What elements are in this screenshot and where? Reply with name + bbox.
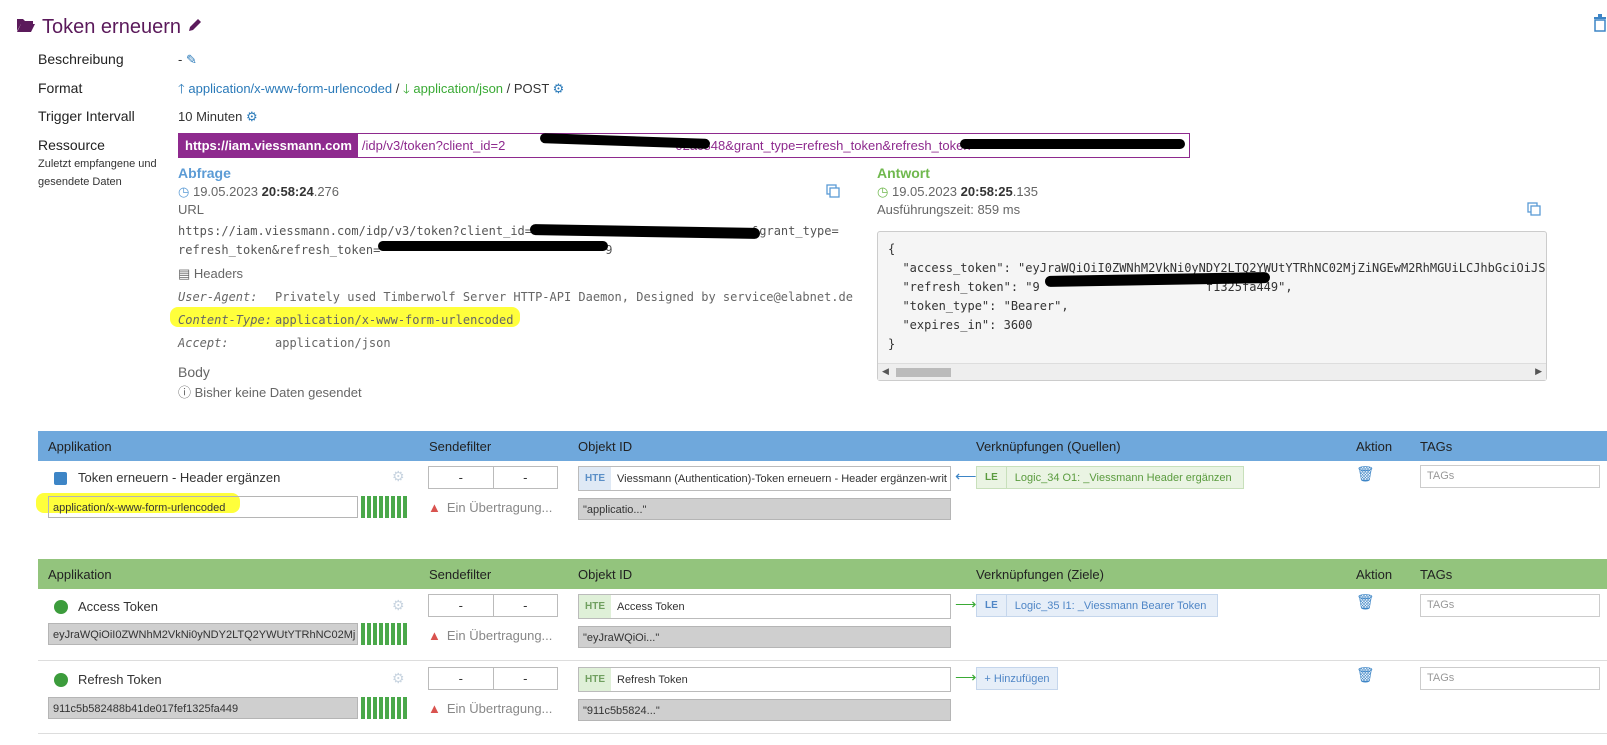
response-json[interactable]: { "access_token": "eyJraWQiOiI0ZWNhM2VkN… <box>877 231 1547 381</box>
object-id-field[interactable]: HTE Refresh Token <box>578 667 951 692</box>
header-row: Content-Type: application/x-www-form-urle… <box>178 313 514 327</box>
ressource-label: Ressource <box>38 137 105 153</box>
table-header: Applikation Sendefilter Objekt ID Verknü… <box>38 559 1607 589</box>
object-value: "911c5b5824..." <box>578 699 951 721</box>
url-label: URL <box>178 202 205 217</box>
file-icon: ▤ <box>178 266 191 281</box>
sendefilter[interactable]: -- <box>428 667 558 690</box>
headers-list: User-Agent: Privately used Timberwolf Ser… <box>178 286 853 355</box>
scroll-left-icon[interactable]: ◀ <box>882 366 889 377</box>
page-title: Token erneuern <box>16 16 203 39</box>
signal-bars <box>361 496 407 518</box>
copy-icon[interactable] <box>826 184 840 201</box>
trash-icon[interactable] <box>1593 14 1607 35</box>
arrow-down-icon: 🡓 <box>403 81 410 96</box>
trash-icon[interactable]: 🗑 <box>1356 666 1375 684</box>
app-name: Token erneuern - Header ergänzen <box>78 470 281 485</box>
app-value: eyJraWQiOiI0ZWNhM2VkNi0yNDY2LTQ2YWUtYTRh… <box>48 623 358 645</box>
object-value: "applicatio..." <box>578 498 951 520</box>
link-target-chip[interactable]: LE Logic_35 I1: _Viessmann Bearer Token <box>976 594 1218 617</box>
format-in-link[interactable]: application/x-www-form-urlencoded <box>188 81 392 96</box>
object-id-field[interactable]: HTE Viessmann (Authentication)-Token erne… <box>578 466 951 491</box>
trash-icon[interactable]: 🗑 <box>1356 465 1375 483</box>
row-divider <box>38 733 1607 734</box>
signal-bars <box>361 623 407 645</box>
arrow-right-icon: ⟶ <box>955 596 977 613</box>
ressource-host: https://iam.viessmann.com <box>179 134 358 157</box>
format-out-link[interactable]: application/json <box>413 81 503 96</box>
transfer-warning: ▲ Ein Übertragung... <box>428 628 553 643</box>
body-title: Body <box>178 364 210 380</box>
scroll-right-icon[interactable]: ▶ <box>1535 366 1542 377</box>
exec-time: Ausführungszeit: 859 ms <box>877 202 1021 217</box>
gear-icon[interactable]: ⚙ <box>392 597 405 614</box>
table-header: Applikation Sendefilter Objekt ID Verknü… <box>38 431 1607 461</box>
redaction <box>378 241 608 251</box>
edit-pencil-icon[interactable]: ✎ <box>186 52 197 67</box>
status-dot <box>54 673 68 687</box>
gear-icon[interactable]: ⚙ <box>392 468 405 485</box>
header-row: User-Agent: Privately used Timberwolf Ser… <box>178 290 853 304</box>
edit-pencil-icon[interactable] <box>187 16 203 39</box>
signal-bars <box>361 697 407 719</box>
format-label: Format <box>38 80 83 96</box>
format-value: 🡑 application/x-www-form-urlencoded / 🡓 … <box>178 81 565 96</box>
object-value: "eyJraWQiOi..." <box>578 626 951 648</box>
tags-input[interactable]: TAGs <box>1420 465 1600 488</box>
trigger-label: Trigger Intervall <box>38 108 135 124</box>
arrow-left-icon: ⟵ <box>955 468 977 485</box>
horizontal-scrollbar[interactable]: ◀ ▶ <box>878 363 1546 380</box>
header-row: Accept: application/json <box>178 336 391 350</box>
status-dot <box>54 600 68 614</box>
app-value: 911c5b582488b41de017fef1325fa449 <box>48 697 358 719</box>
response-timestamp: ◷ 19.05.2023 20:58:25.135 <box>877 184 1039 199</box>
transfer-warning: ▲ Ein Übertragung... <box>428 701 553 716</box>
trash-icon[interactable]: 🗑 <box>1356 593 1375 611</box>
clock-icon: ◷ <box>877 184 889 199</box>
transfer-warning: ▲ Ein Übertragung... <box>428 500 553 515</box>
arrow-up-icon: 🡑 <box>178 81 185 96</box>
link-source-chip[interactable]: LE Logic_34 O1: _Viessmann Header ergänz… <box>976 466 1244 489</box>
add-link-button[interactable]: + Hinzufügen <box>976 667 1058 690</box>
beschreibung-label: Beschreibung <box>38 51 124 67</box>
app-color-square <box>54 472 67 485</box>
folder-open-icon <box>16 16 36 39</box>
warning-icon: ▲ <box>428 628 441 643</box>
arrow-right-icon: ⟶ <box>955 669 977 686</box>
request-timestamp: ◷ 19.05.2023 20:58:24.276 <box>178 184 340 199</box>
app-name: Access Token <box>78 599 158 614</box>
redaction <box>960 139 1185 149</box>
clock-icon: ◷ <box>178 184 190 199</box>
response-title: Antwort <box>877 165 930 181</box>
tags-input[interactable]: TAGs <box>1420 667 1600 690</box>
sendefilter[interactable]: -- <box>428 594 558 617</box>
tags-input[interactable]: TAGs <box>1420 594 1600 617</box>
gear-icon[interactable]: ⚙ <box>246 109 258 124</box>
app-value: application/x-www-form-urlencoded <box>48 496 358 518</box>
trigger-value: 10 Minuten ⚙ <box>178 109 258 124</box>
gear-icon[interactable]: ⚙ <box>392 670 405 687</box>
app-name: Refresh Token <box>78 672 162 687</box>
warning-icon: ▲ <box>428 500 441 515</box>
sendefilter[interactable]: -- <box>428 466 558 489</box>
gear-icon[interactable]: ⚙ <box>553 81 565 96</box>
row-divider <box>38 660 1607 661</box>
object-id-field[interactable]: HTE Access Token <box>578 594 951 619</box>
headers-title: ▤ Headers <box>178 266 244 281</box>
info-icon: ⓘ <box>178 385 192 400</box>
warning-icon: ▲ <box>428 701 441 716</box>
request-title: Abfrage <box>178 165 231 181</box>
beschreibung-value: - ✎ <box>178 52 197 67</box>
ressource-sub: Zuletzt empfangene und gesendete Daten <box>38 158 157 188</box>
scroll-thumb[interactable] <box>896 368 951 377</box>
copy-icon[interactable] <box>1527 202 1541 219</box>
body-value: ⓘ Bisher keine Daten gesendet <box>178 385 362 400</box>
